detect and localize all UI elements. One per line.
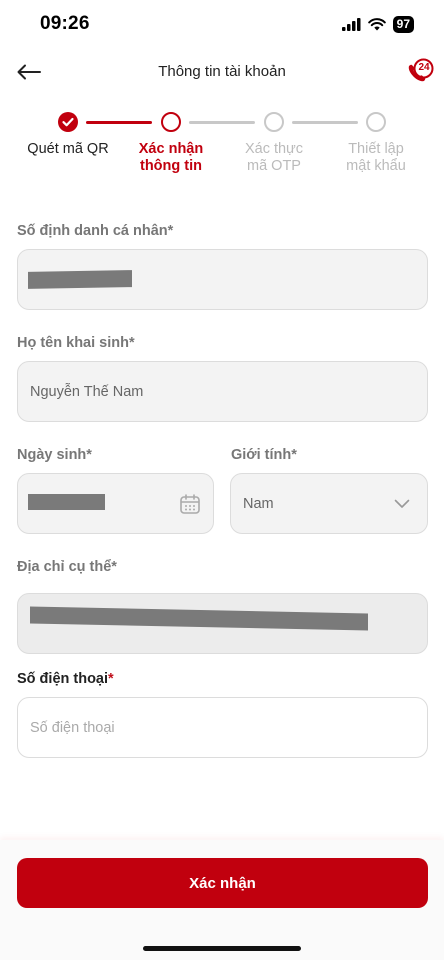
step-2-indicator bbox=[161, 112, 181, 132]
required-mark: * bbox=[129, 335, 135, 351]
step-connector-2 bbox=[189, 121, 255, 124]
redacted-value bbox=[28, 494, 105, 510]
confirm-button[interactable]: Xác nhận bbox=[17, 858, 428, 908]
id-number-label: Số định danh cá nhân* bbox=[17, 223, 173, 239]
address-label: Địa chỉ cụ thể* bbox=[17, 559, 117, 575]
home-indicator bbox=[143, 946, 301, 951]
birth-name-label: Họ tên khai sinh* bbox=[17, 335, 135, 351]
step-4-label-line1: Thiết lập bbox=[348, 141, 404, 157]
step-3-label-line1: Xác thực bbox=[244, 141, 304, 157]
required-mark: * bbox=[167, 223, 174, 239]
step-2-label-line2: thông tin bbox=[139, 158, 202, 174]
phone-label: Số điện thoại* bbox=[17, 671, 114, 687]
step-connector-1 bbox=[86, 121, 152, 124]
step-1-label: Quét mã QR bbox=[18, 141, 118, 158]
step-3-label-line2: mã OTP bbox=[247, 158, 301, 174]
step-2-label: Xác nhận thông tin bbox=[121, 141, 221, 175]
gender-label-text: Giới tính bbox=[231, 447, 292, 463]
birth-name-value: Nguyễn Thế Nam bbox=[30, 383, 144, 400]
birth-name-field: Nguyễn Thế Nam bbox=[17, 361, 428, 422]
chevron-down-icon bbox=[394, 499, 410, 508]
page-title: Thông tin tài khoản bbox=[158, 63, 286, 80]
gender-label: Giới tính* bbox=[231, 447, 297, 463]
nav-bar: Thông tin tài khoản 24 bbox=[0, 52, 444, 92]
id-number-field bbox=[17, 249, 428, 310]
step-4-label-line2: mật khẩu bbox=[346, 158, 406, 174]
cellular-signal-icon bbox=[341, 18, 361, 31]
step-connector-3 bbox=[292, 121, 358, 124]
dob-field bbox=[17, 473, 214, 534]
gender-select: Nam bbox=[230, 473, 428, 534]
battery-indicator: 97 bbox=[392, 16, 414, 33]
check-icon bbox=[62, 117, 74, 127]
support-24-button[interactable]: 24 bbox=[406, 57, 436, 87]
step-1-indicator bbox=[58, 112, 78, 132]
redacted-value bbox=[28, 270, 132, 289]
calendar-icon bbox=[180, 494, 200, 514]
step-3-indicator bbox=[264, 112, 284, 132]
required-mark: * bbox=[291, 447, 297, 463]
phone-input[interactable]: Số điện thoại bbox=[17, 697, 428, 758]
address-field bbox=[17, 593, 428, 654]
dob-label-text: Ngày sinh bbox=[17, 447, 87, 463]
required-mark: * bbox=[108, 671, 114, 687]
required-mark: * bbox=[111, 559, 117, 575]
wifi-icon bbox=[367, 18, 386, 31]
progress-stepper: Quét mã QR Xác nhận thông tin Xác thực m… bbox=[0, 110, 444, 180]
status-icons: 97 bbox=[341, 16, 414, 33]
phone-placeholder: Số điện thoại bbox=[30, 719, 115, 736]
redacted-value bbox=[30, 606, 368, 631]
required-mark: * bbox=[86, 447, 92, 463]
dob-label: Ngày sinh* bbox=[17, 447, 92, 463]
id-number-label-text: Số định danh cá nhân bbox=[17, 223, 168, 239]
phone-label-text: Số điện thoại bbox=[17, 671, 109, 687]
address-label-text: Địa chỉ cụ thể bbox=[17, 559, 112, 575]
step-1-label-line1: Quét mã QR bbox=[27, 141, 109, 157]
gender-value: Nam bbox=[243, 495, 274, 512]
status-bar: 09:26 97 bbox=[0, 0, 444, 48]
birth-name-label-text: Họ tên khai sinh bbox=[17, 335, 129, 351]
step-4-indicator bbox=[366, 112, 386, 132]
step-2-label-line1: Xác nhận bbox=[138, 141, 204, 157]
step-3-label: Xác thực mã OTP bbox=[224, 141, 324, 175]
status-time: 09:26 bbox=[40, 13, 90, 34]
step-4-label: Thiết lập mật khẩu bbox=[326, 141, 426, 175]
support-badge-text: 24 bbox=[418, 62, 430, 73]
